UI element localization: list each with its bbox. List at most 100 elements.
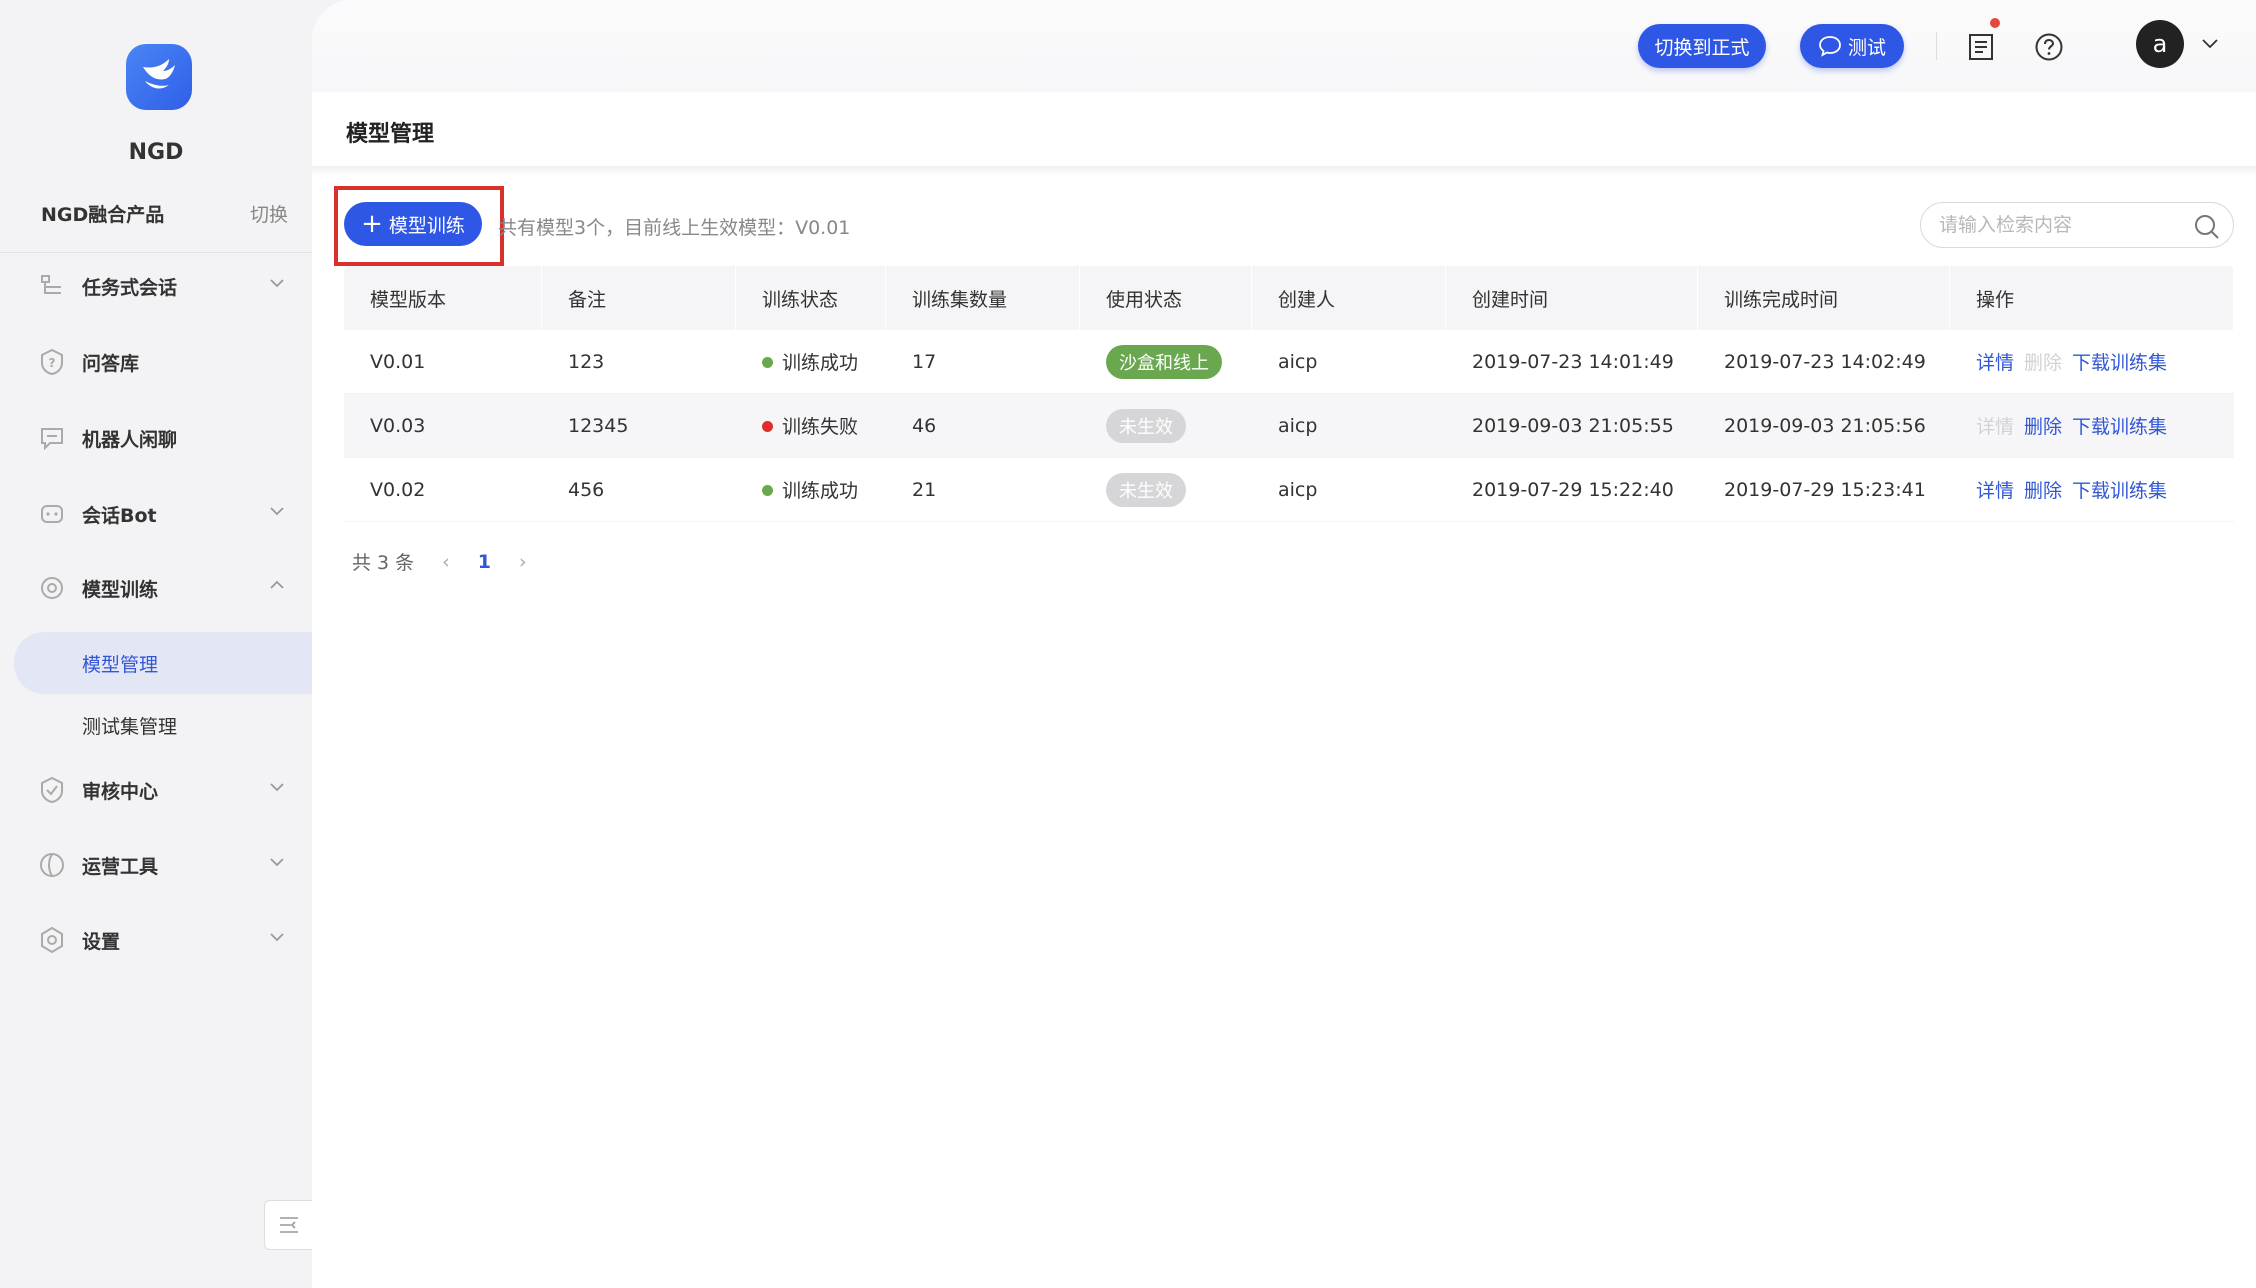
robot-icon bbox=[36, 498, 68, 530]
chat-bubble-icon bbox=[36, 422, 68, 454]
sidebar-item-label: 运营工具 bbox=[82, 855, 159, 878]
trainset-count: 21 bbox=[912, 478, 937, 501]
model-note: 456 bbox=[568, 478, 605, 501]
column-header: 模型版本 bbox=[344, 266, 542, 330]
ops-icon bbox=[36, 849, 68, 881]
sidebar-divider bbox=[0, 252, 312, 253]
page-number[interactable]: 1 bbox=[478, 551, 491, 573]
search-icon[interactable] bbox=[2193, 213, 2221, 246]
column-header: 训练完成时间 bbox=[1698, 266, 1950, 330]
search-box[interactable] bbox=[1920, 202, 2234, 248]
sidebar-item-model-training[interactable]: 模型训练 bbox=[36, 568, 286, 608]
next-page-icon[interactable]: › bbox=[519, 551, 527, 573]
status-badge: 未生效 bbox=[1106, 472, 1186, 507]
use-status: 未生效 bbox=[1080, 408, 1252, 443]
settings-icon bbox=[36, 924, 68, 956]
download-trainset-link[interactable]: 下载训练集 bbox=[2072, 480, 2167, 502]
trainset-count: 46 bbox=[912, 414, 937, 437]
download-trainset-link[interactable]: 下载训练集 bbox=[2072, 352, 2167, 374]
sidebar-item-task-dialog[interactable]: 任务式会话 bbox=[36, 266, 286, 306]
page-title: 模型管理 bbox=[346, 122, 435, 147]
sidebar-item-label: 设置 bbox=[82, 930, 121, 953]
column-header: 操作 bbox=[1950, 266, 2234, 330]
switch-product-link[interactable]: 切换 bbox=[250, 200, 288, 227]
use-status: 未生效 bbox=[1080, 472, 1252, 507]
row-actions: 详情 删除 下载训练集 bbox=[1950, 348, 2234, 375]
table-row: V0.03 12345 训练失败 46 未生效 aicp 2019-09-03 21:05:… bbox=[344, 394, 2234, 458]
sidebar-item-label: 任务式会话 bbox=[82, 276, 178, 299]
status-badge: 沙盒和线上 bbox=[1106, 344, 1222, 379]
chevron-down-icon bbox=[268, 274, 286, 297]
main-content: 切换到正式 测试 a 模型管理 + 模型训练 共有模型3个，目前线上生效模型：V… bbox=[312, 0, 2256, 1288]
sidebar-item-chitchat[interactable]: 机器人闲聊 bbox=[36, 418, 286, 458]
collapse-sidebar-button[interactable] bbox=[264, 1200, 312, 1250]
sidebar-subitem-model-management[interactable]: 模型管理 bbox=[14, 632, 312, 694]
chevron-up-icon bbox=[268, 576, 286, 599]
finished-time: 2019-07-29 15:23:41 bbox=[1724, 478, 1926, 501]
train-status-label: 训练成功 bbox=[782, 480, 859, 502]
sidebar-item-review-center[interactable]: 审核中心 bbox=[36, 770, 286, 810]
column-header: 备注 bbox=[542, 266, 736, 330]
delete-link: 删除 bbox=[2024, 352, 2063, 374]
model-note: 123 bbox=[568, 350, 605, 373]
sidebar-item-qa[interactable]: ? 问答库 bbox=[36, 342, 286, 382]
sidebar-item-settings[interactable]: 设置 bbox=[36, 920, 286, 960]
sidebar-item-label: 问答库 bbox=[82, 352, 140, 375]
table-row: V0.01 123 训练成功 17 沙盒和线上 aicp 2019-07-23 14:01:… bbox=[344, 330, 2234, 394]
train-status-label: 训练成功 bbox=[782, 352, 859, 374]
column-header: 训练集数量 bbox=[886, 266, 1080, 330]
finished-time: 2019-09-03 21:05:56 bbox=[1724, 414, 1926, 437]
train-status: 训练成功 bbox=[736, 476, 886, 503]
sidebar: NGD NGD融合产品 切换 任务式会话 ? 问答库 机器人闲聊 会话Bot 模… bbox=[0, 0, 312, 1288]
finished-time: 2019-07-23 14:02:49 bbox=[1724, 350, 1926, 373]
notification-dot bbox=[1990, 18, 2000, 28]
creator: aicp bbox=[1278, 414, 1318, 437]
column-header: 使用状态 bbox=[1080, 266, 1252, 330]
detail-link: 详情 bbox=[1976, 416, 2015, 438]
table-header: 模型版本 备注 训练状态 训练集数量 使用状态 创建人 创建时间 训练完成时间 … bbox=[344, 266, 2234, 330]
chevron-down-icon bbox=[268, 502, 286, 525]
sidebar-item-label: 机器人闲聊 bbox=[82, 428, 178, 451]
help-icon[interactable] bbox=[2032, 30, 2066, 64]
creator: aicp bbox=[1278, 478, 1318, 501]
sidebar-item-bot[interactable]: 会话Bot bbox=[36, 494, 286, 534]
svg-text:?: ? bbox=[49, 356, 56, 370]
notifications-icon[interactable] bbox=[1964, 18, 2000, 64]
detail-link[interactable]: 详情 bbox=[1976, 480, 2014, 502]
download-trainset-link[interactable]: 下载训练集 bbox=[2072, 416, 2167, 438]
header-divider bbox=[312, 166, 2256, 176]
toolbar-divider bbox=[1936, 32, 1937, 60]
creator: aicp bbox=[1278, 350, 1318, 373]
search-input[interactable] bbox=[1939, 214, 2189, 236]
chevron-down-icon[interactable] bbox=[2200, 36, 2220, 56]
test-button-label: 测试 bbox=[1847, 36, 1886, 59]
total-count: 共 3 条 bbox=[352, 552, 415, 574]
chat-icon bbox=[1819, 36, 1841, 57]
delete-link[interactable]: 删除 bbox=[2024, 416, 2062, 438]
avatar[interactable]: a bbox=[2136, 20, 2184, 68]
train-status-label: 训练失败 bbox=[782, 416, 859, 438]
model-summary: 共有模型3个，目前线上生效模型：V0.01 bbox=[498, 217, 851, 239]
chevron-down-icon bbox=[268, 853, 286, 876]
chevron-down-icon bbox=[268, 778, 286, 801]
test-button[interactable]: 测试 bbox=[1800, 24, 1904, 68]
status-badge: 未生效 bbox=[1106, 408, 1186, 443]
sidebar-item-label: 会话Bot bbox=[82, 504, 157, 527]
table-row: V0.02 456 训练成功 21 未生效 aicp 2019-07-29 15:22:40… bbox=[344, 458, 2234, 522]
detail-link[interactable]: 详情 bbox=[1976, 352, 2014, 374]
train-status: 训练成功 bbox=[736, 348, 886, 375]
row-actions: 详情 删除 下载训练集 bbox=[1950, 412, 2234, 439]
collapse-icon bbox=[279, 1217, 298, 1233]
table-body: V0.01 123 训练成功 17 沙盒和线上 aicp 2019-07-23 14:01:… bbox=[344, 330, 2234, 522]
pagination: 共 3 条 ‹ 1 › bbox=[352, 548, 527, 575]
sidebar-item-label: 模型训练 bbox=[82, 578, 159, 601]
created-time: 2019-09-03 21:05:55 bbox=[1472, 414, 1674, 437]
delete-link[interactable]: 删除 bbox=[2024, 480, 2062, 502]
app-logo-icon bbox=[126, 44, 192, 110]
status-dot bbox=[762, 421, 773, 432]
sidebar-subitem-testset-management[interactable]: 测试集管理 bbox=[14, 694, 312, 756]
switch-to-production-button[interactable]: 切换到正式 bbox=[1638, 24, 1766, 68]
sidebar-item-ops-tools[interactable]: 运营工具 bbox=[36, 845, 286, 885]
prev-page-icon[interactable]: ‹ bbox=[442, 551, 450, 573]
product-name: NGD融合产品 bbox=[41, 204, 165, 226]
